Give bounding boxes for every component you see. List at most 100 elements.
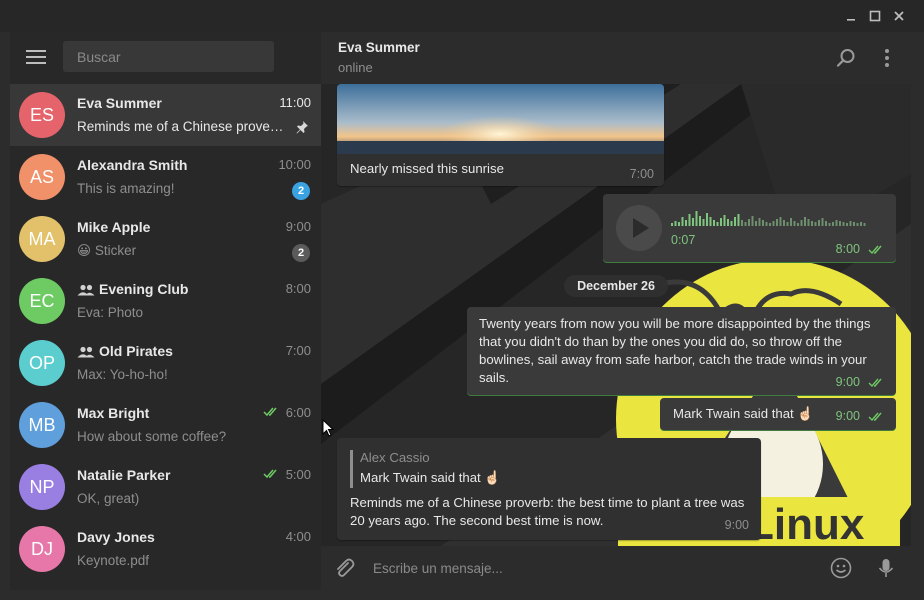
chat-item[interactable]: OP Old Pirates 7:00 Max: Yo-ho-ho!: [10, 332, 321, 394]
play-icon[interactable]: [615, 204, 663, 252]
chat-item[interactable]: NP Natalie Parker 5:00 OK, great): [10, 456, 321, 518]
avatar[interactable]: MA: [19, 216, 65, 262]
chat-item[interactable]: DJ Davy Jones 4:00 Keynote.pdf: [10, 518, 321, 580]
waveform-bar: [832, 222, 834, 226]
voice-message[interactable]: 0:07 8:00: [603, 194, 896, 262]
avatar[interactable]: AS: [19, 154, 65, 200]
waveform-bar: [786, 222, 789, 226]
waveform-bar: [678, 222, 680, 226]
chat-time: 10:00: [278, 157, 311, 172]
waveform-bar: [741, 220, 743, 226]
chat-name: Old Pirates: [99, 343, 173, 359]
chat-time: 5:00: [285, 467, 311, 482]
waveform-bar: [776, 219, 778, 226]
search-icon[interactable]: [835, 47, 857, 69]
waveform-bar: [818, 220, 820, 226]
chat-name: Mike Apple: [77, 219, 151, 235]
chat-preview: Reminds me of a Chinese proverb: the bes…: [77, 119, 287, 134]
message-text: Twenty years from now you will be more d…: [479, 316, 871, 385]
voice-waveform[interactable]: [671, 208, 871, 228]
search-input[interactable]: [63, 41, 274, 72]
message-text: Reminds me of a Chinese proverb: the bes…: [350, 495, 745, 528]
waveform-bar: [790, 218, 792, 226]
waveform-bar: [797, 223, 799, 226]
waveform-bar: [769, 223, 771, 226]
close-icon[interactable]: [891, 8, 907, 24]
message-time: 9:00: [724, 518, 749, 532]
attach-icon[interactable]: [333, 557, 355, 579]
waveform-bar: [716, 222, 719, 226]
reply-author[interactable]: Alex Cassio: [360, 450, 430, 465]
waveform-bar: [793, 221, 796, 226]
chat-time: 7:00: [285, 343, 311, 358]
waveform-bar: [839, 221, 841, 226]
maximize-icon[interactable]: [867, 8, 883, 24]
waveform-bar: [783, 220, 785, 226]
message-time: 9:00: [835, 375, 860, 389]
read-checkmark-icon: [868, 378, 882, 388]
chat-name: Davy Jones: [77, 529, 155, 545]
sunrise-photo[interactable]: [337, 84, 664, 154]
read-checkmark-icon: [263, 469, 277, 479]
waveform-bar: [674, 221, 677, 226]
reply-bar: [350, 450, 353, 488]
waveform-bar: [860, 222, 862, 226]
waveform-bar: [758, 218, 761, 226]
avatar[interactable]: NP: [19, 464, 65, 510]
incoming-reply-message[interactable]: Alex Cassio Mark Twain said that ☝🏻 Remi…: [337, 438, 761, 540]
waveform-bar: [853, 222, 855, 226]
chat-item[interactable]: MA Mike Apple 9:00 😀 Sticker 2: [10, 208, 321, 270]
telegram-window: ES Eva Summer 11:00 Reminds me of a Chinese…: [0, 0, 924, 600]
message-time: 7:00: [629, 167, 654, 181]
waveform-bar: [692, 218, 694, 226]
message-area[interactable]: GNU/Linux: [321, 84, 911, 546]
message-composer: [321, 546, 911, 590]
chat-name: Max Bright: [77, 405, 150, 421]
chat-list: ES Eva Summer 11:00 Reminds me of a Chinese…: [10, 84, 321, 580]
photo-message[interactable]: Nearly missed this sunrise 7:00: [337, 84, 664, 186]
outgoing-message[interactable]: Mark Twain said that ☝🏻 9:00: [660, 398, 896, 430]
chat-name: Natalie Parker: [77, 467, 171, 483]
more-options-icon[interactable]: [876, 47, 898, 69]
group-icon: [77, 346, 95, 358]
waveform-bar: [842, 222, 845, 226]
pin-icon: [296, 121, 308, 134]
avatar[interactable]: OP: [19, 340, 65, 386]
microphone-icon[interactable]: [875, 557, 897, 579]
message-input[interactable]: [373, 558, 813, 578]
waveform-bar: [825, 221, 827, 226]
photo-caption: Nearly missed this sunrise: [350, 161, 504, 176]
conversation-panel: Eva Summer online GNU/Linux: [321, 32, 911, 590]
search-row: [10, 32, 321, 84]
chat-item[interactable]: ES Eva Summer 11:00 Reminds me of a Chinese…: [10, 84, 321, 146]
menu-icon[interactable]: [26, 49, 46, 65]
waveform-bar: [863, 223, 866, 226]
waveform-bar: [814, 222, 817, 226]
outgoing-message[interactable]: Twenty years from now you will be more d…: [467, 307, 896, 395]
waveform-bar: [713, 220, 715, 226]
waveform-bar: [737, 214, 740, 226]
chat-item[interactable]: AS Alexandra Smith 10:00 This is amazing! 2: [10, 146, 321, 208]
avatar[interactable]: ES: [19, 92, 65, 138]
avatar[interactable]: DJ: [19, 526, 65, 572]
conversation-header[interactable]: Eva Summer online: [321, 32, 911, 84]
message-time: 8:00: [835, 242, 860, 256]
title-bar: [0, 0, 924, 32]
avatar[interactable]: MB: [19, 402, 65, 448]
chat-item[interactable]: MB Max Bright 6:00 How about some coffee?: [10, 394, 321, 456]
minimize-icon[interactable]: [843, 8, 859, 24]
waveform-bar: [828, 223, 831, 226]
chat-preview: Max: Yo-ho-ho!: [77, 367, 168, 382]
read-checkmark-icon: [868, 412, 882, 422]
waveform-bar: [807, 219, 810, 226]
waveform-bar: [779, 217, 782, 226]
reply-quote[interactable]: Mark Twain said that ☝🏻: [360, 470, 501, 486]
avatar[interactable]: EC: [19, 278, 65, 324]
chat-preview: 😀 Sticker: [77, 243, 137, 258]
waveform-bar: [849, 221, 852, 226]
chat-item[interactable]: EC Evening Club 8:00 Eva: Photo: [10, 270, 321, 332]
chat-time: 8:00: [285, 281, 311, 296]
chat-preview: Eva: Photo: [77, 305, 144, 320]
emoji-icon[interactable]: [830, 557, 852, 579]
unread-badge: 2: [292, 182, 310, 200]
